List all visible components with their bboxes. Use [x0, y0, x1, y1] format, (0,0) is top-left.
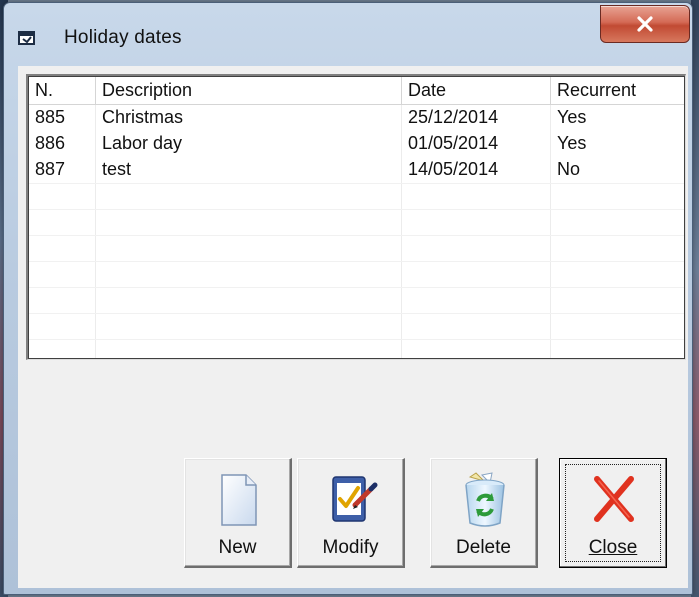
new-button-label: New [218, 537, 257, 558]
grid-line [29, 287, 684, 288]
grid-line [29, 209, 684, 210]
close-button-label: Close [588, 537, 638, 558]
table-row[interactable]: 886 Labor day 01/05/2014 Yes [29, 131, 684, 157]
cell-description: Labor day [102, 133, 183, 153]
grid-line [29, 313, 684, 314]
delete-button-label: Delete [456, 537, 511, 558]
table-row[interactable]: 885 Christmas 25/12/2014 Yes [29, 105, 684, 131]
grid-line [29, 339, 684, 340]
recycle-bin-icon [458, 471, 512, 529]
new-document-icon [212, 471, 266, 529]
red-x-icon [587, 471, 641, 529]
cell-number: 886 [35, 133, 66, 153]
close-button[interactable]: Close [559, 458, 667, 568]
title-bar[interactable]: Holiday dates [4, 3, 692, 65]
column-header-recurrent[interactable]: Recurrent [551, 77, 685, 104]
close-icon [637, 16, 653, 32]
list-body: 885 Christmas 25/12/2014 Yes 886 Labor d… [29, 105, 684, 358]
column-header-number[interactable]: N. [29, 77, 96, 104]
cell-number: 887 [35, 159, 66, 179]
cell-description: test [102, 159, 132, 179]
cell-number: 885 [35, 107, 66, 127]
cell-date: 01/05/2014 [408, 133, 499, 153]
list-header: N. Description Date Recurrent [29, 77, 684, 105]
holiday-list[interactable]: N. Description Date Recurrent 885 Christ… [26, 74, 686, 360]
cell-recurrent: No [557, 159, 581, 179]
holiday-dates-window: Holiday dates N. Description Date Recurr… [3, 2, 693, 595]
dialog-client-area: N. Description Date Recurrent 885 Christ… [18, 66, 688, 588]
column-header-date[interactable]: Date [402, 77, 551, 104]
window-app-icon [18, 30, 36, 46]
table-row[interactable]: 887 test 14/05/2014 No [29, 157, 684, 183]
grid-line [29, 183, 684, 184]
modify-checklist-icon [325, 471, 379, 529]
column-header-description[interactable]: Description [96, 77, 402, 104]
grid-line [29, 235, 684, 236]
modify-button[interactable]: Modify [297, 458, 405, 568]
cell-date: 14/05/2014 [408, 159, 499, 179]
cell-date: 25/12/2014 [408, 107, 499, 127]
cell-recurrent: Yes [557, 107, 587, 127]
window-close-button[interactable] [600, 5, 690, 43]
cell-description: Christmas [102, 107, 184, 127]
window-title: Holiday dates [64, 27, 182, 48]
cell-recurrent: Yes [557, 133, 587, 153]
modify-button-label: Modify [322, 537, 379, 558]
new-button[interactable]: New [184, 458, 292, 568]
grid-line [29, 261, 684, 262]
delete-button[interactable]: Delete [430, 458, 538, 568]
